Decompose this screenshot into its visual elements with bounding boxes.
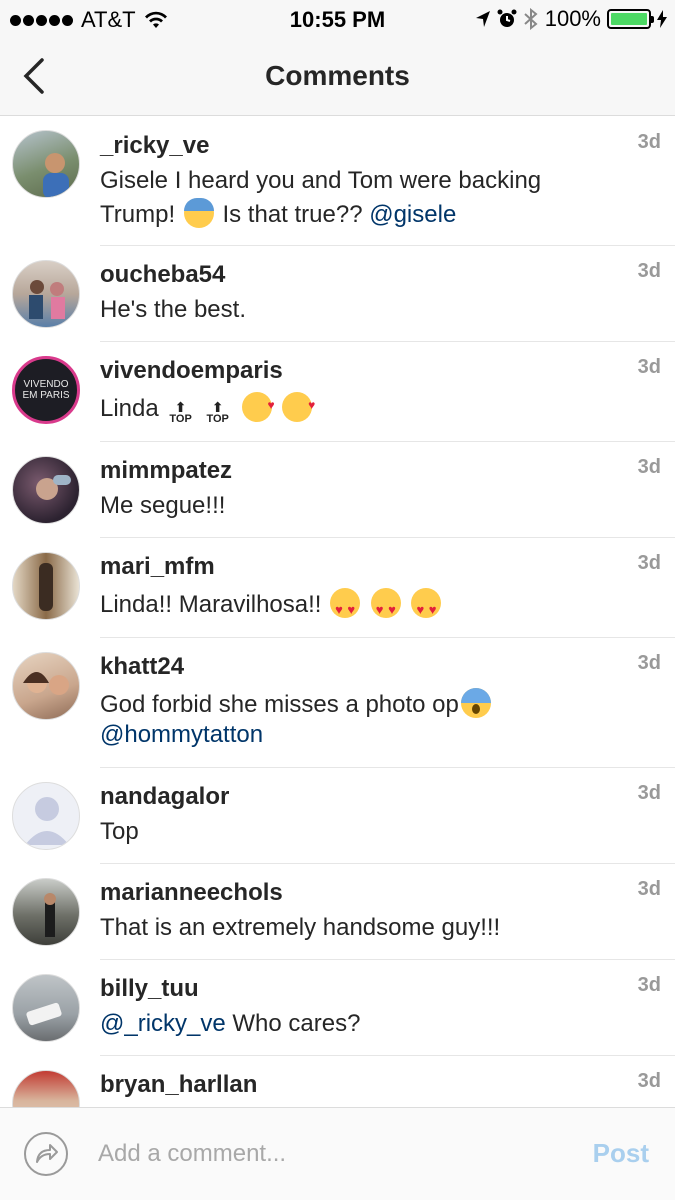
avatar[interactable] (12, 456, 80, 524)
nav-bar: Comments (0, 38, 675, 116)
comment-item: VIVENDO EM PARIS vivendoemparis Linda ⬆ TO… (12, 342, 675, 442)
status-bar: AT&T 10:55 PM 100% (0, 0, 675, 38)
avatar[interactable] (12, 260, 80, 328)
avatar[interactable] (12, 652, 80, 720)
comment-time: 3d (637, 456, 661, 478)
comment-text: That is an extremely handsome guy!!! (100, 914, 501, 941)
comment-time: 3d (637, 552, 661, 574)
comment-text: Gisele I heard you and Tom were backing … (100, 167, 542, 228)
heart-eyes-emoji-icon (411, 588, 442, 627)
comment-time: 3d (637, 652, 661, 674)
comment-composer: Post (0, 1107, 675, 1200)
bluetooth-icon (524, 8, 538, 30)
avatar[interactable] (12, 878, 80, 946)
comment-item: nandagalor Top 3d (12, 768, 675, 864)
alarm-icon (497, 9, 517, 27)
default-avatar[interactable] (12, 782, 80, 850)
comment-username[interactable]: oucheba54 (100, 260, 675, 290)
comment-text: @_ricky_ve Who cares? (100, 1010, 361, 1037)
comment-username[interactable]: mimmpatez (100, 456, 675, 486)
comment-username[interactable]: nandagalor (100, 782, 675, 812)
comment-item: marianneechols That is an extremely hand… (12, 864, 675, 960)
comment-item: mari_mfm Linda!! Maravilhosa!! 3d (12, 538, 675, 638)
comment-item: _ricky_ve Gisele I heard you and Tom wer… (12, 117, 675, 246)
avatar[interactable] (12, 1070, 80, 1107)
heart-eyes-emoji-icon (370, 588, 401, 627)
comment-time: 3d (637, 260, 661, 282)
comment-text: He's the best. (100, 296, 246, 323)
comment-username[interactable]: mari_mfm (100, 552, 675, 582)
battery-percent: 100% (544, 6, 601, 31)
post-button[interactable]: Post (593, 1138, 649, 1169)
battery-icon (607, 9, 654, 29)
comment-text: Top (100, 818, 139, 845)
comment-item: bryan_harllan 3d (12, 1056, 675, 1107)
comments-list[interactable]: _ricky_ve Gisele I heard you and Tom wer… (0, 117, 675, 1107)
comment-text: Linda ⬆ TOP ⬆ TOP (100, 388, 675, 426)
status-right: 100% (475, 6, 667, 32)
comment-username[interactable]: marianneechols (100, 878, 675, 908)
heart-eyes-emoji-icon (330, 588, 361, 627)
fearful-face-emoji-icon (183, 198, 214, 228)
comment-time: 3d (637, 974, 661, 996)
face-blowing-kiss-emoji-icon (241, 388, 275, 422)
comment-item: mimmpatez Me segue!!! 3d (12, 442, 675, 538)
comment-time: 3d (637, 356, 661, 378)
location-arrow-icon (475, 11, 490, 27)
mention-link[interactable]: @_ricky_ve (100, 1010, 226, 1037)
comment-username[interactable]: vivendoemparis (100, 356, 675, 386)
comment-text: God forbid she misses a photo op @hommyt… (100, 688, 675, 750)
comment-username[interactable]: khatt24 (100, 652, 675, 682)
comment-item: khatt24 God forbid she misses a photo op… (12, 638, 675, 768)
mention-link[interactable]: @gisele (369, 201, 456, 228)
comment-username[interactable]: _ricky_ve (100, 131, 675, 161)
comment-text: Me segue!!! (100, 492, 226, 519)
comment-username[interactable]: bryan_harllan (100, 1070, 675, 1100)
comment-time: 3d (637, 878, 661, 900)
comment-input[interactable] (98, 1136, 558, 1172)
face-blowing-kiss-emoji-icon (282, 388, 315, 422)
comment-time: 3d (637, 782, 661, 804)
mention-link[interactable]: @hommytatton (100, 721, 263, 748)
comment-item: billy_tuu @_ricky_ve Who cares? 3d (12, 960, 675, 1056)
share-arrow-icon[interactable] (24, 1132, 68, 1176)
screaming-face-emoji-icon (460, 688, 491, 718)
comment-time: 3d (637, 131, 661, 153)
top-arrow-icon: ⬆ TOP (169, 399, 192, 425)
avatar[interactable] (12, 974, 80, 1042)
avatar[interactable] (12, 130, 80, 198)
charging-bolt-icon (657, 10, 667, 28)
comment-text: Linda!! Maravilhosa!! (100, 588, 675, 627)
page-title: Comments (265, 60, 410, 91)
comment-item: oucheba54 He's the best. 3d (12, 246, 675, 342)
comment-username[interactable]: billy_tuu (100, 974, 675, 1004)
avatar[interactable]: VIVENDO EM PARIS (12, 356, 80, 424)
top-arrow-icon: ⬆ TOP (206, 399, 229, 425)
comment-time: 3d (637, 1070, 661, 1092)
avatar[interactable] (12, 552, 80, 620)
